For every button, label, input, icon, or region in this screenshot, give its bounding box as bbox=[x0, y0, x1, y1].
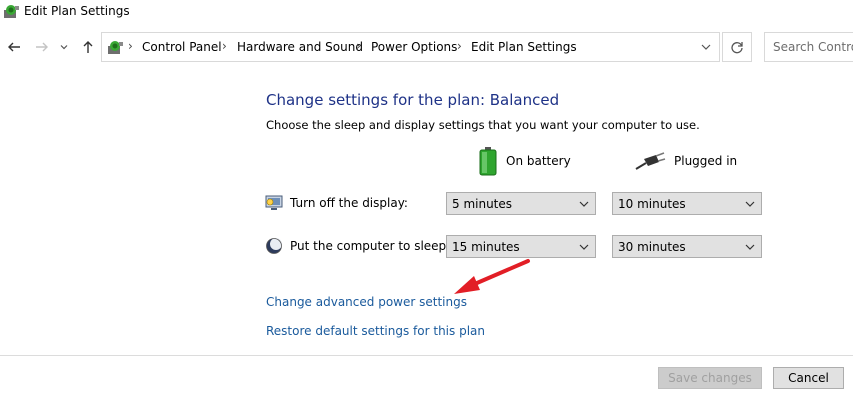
recent-locations-button[interactable] bbox=[57, 31, 71, 63]
navigation-bar: › Control Panel › Hardware and Sound › P… bbox=[0, 31, 853, 63]
breadcrumb-hardware-and-sound[interactable]: Hardware and Sound bbox=[237, 40, 363, 54]
chevron-down-icon bbox=[701, 44, 711, 50]
select-value: 10 minutes bbox=[618, 197, 686, 211]
chevron-right-icon[interactable]: › bbox=[128, 39, 133, 53]
cancel-button[interactable]: Cancel bbox=[773, 367, 844, 389]
chevron-down-icon bbox=[745, 244, 755, 250]
page-title: Change settings for the plan: Balanced bbox=[266, 91, 560, 109]
address-bar[interactable]: › Control Panel › Hardware and Sound › P… bbox=[101, 32, 720, 62]
title-bar: Edit Plan Settings bbox=[0, 0, 853, 26]
window-title: Edit Plan Settings bbox=[24, 4, 130, 18]
select-value: 30 minutes bbox=[618, 240, 686, 254]
forward-button[interactable] bbox=[31, 31, 53, 63]
chevron-right-icon[interactable]: › bbox=[222, 39, 227, 53]
refresh-button[interactable] bbox=[722, 32, 752, 62]
chevron-right-icon[interactable]: › bbox=[356, 39, 361, 53]
chevron-right-icon[interactable]: › bbox=[457, 39, 462, 53]
display-plugged-in-select[interactable]: 10 minutes bbox=[612, 192, 762, 215]
up-arrow-icon bbox=[83, 41, 93, 53]
search-input[interactable]: Search Control bbox=[764, 32, 853, 62]
refresh-icon bbox=[731, 42, 743, 54]
power-plug-icon bbox=[635, 152, 666, 170]
power-options-icon bbox=[4, 5, 19, 18]
display-icon bbox=[265, 195, 283, 210]
back-arrow-icon bbox=[8, 42, 20, 52]
up-button[interactable] bbox=[77, 31, 99, 63]
column-header-on-battery: On battery bbox=[478, 146, 571, 176]
chevron-down-icon bbox=[745, 201, 755, 207]
chevron-down-icon bbox=[579, 244, 589, 250]
control-panel-icon bbox=[108, 41, 123, 54]
sleep-plugged-in-select[interactable]: 30 minutes bbox=[612, 235, 762, 258]
sleep-on-battery-select[interactable]: 15 minutes bbox=[446, 235, 596, 258]
select-value: 5 minutes bbox=[452, 197, 513, 211]
save-changes-button[interactable]: Save changes bbox=[658, 367, 762, 389]
column-header-plugged-in: Plugged in bbox=[634, 146, 737, 176]
sleep-moon-icon bbox=[266, 238, 282, 254]
breadcrumb-control-panel[interactable]: Control Panel bbox=[142, 40, 222, 54]
page-description: Choose the sleep and display settings th… bbox=[266, 118, 700, 132]
forward-arrow-icon bbox=[36, 42, 48, 52]
put-computer-to-sleep-label: Put the computer to sleep: bbox=[290, 239, 451, 253]
address-dropdown-button[interactable] bbox=[693, 33, 719, 61]
breadcrumb-edit-plan-settings[interactable]: Edit Plan Settings bbox=[471, 40, 577, 54]
breadcrumb-power-options[interactable]: Power Options bbox=[371, 40, 457, 54]
annotation-arrow bbox=[454, 259, 530, 294]
plugged-in-label: Plugged in bbox=[674, 154, 738, 168]
display-on-battery-select[interactable]: 5 minutes bbox=[446, 192, 596, 215]
chevron-down-icon bbox=[579, 201, 589, 207]
chevron-down-icon bbox=[60, 45, 68, 50]
battery-icon bbox=[479, 147, 497, 176]
select-value: 15 minutes bbox=[452, 240, 520, 254]
back-button[interactable] bbox=[3, 31, 25, 63]
on-battery-label: On battery bbox=[506, 154, 571, 168]
turn-off-display-label: Turn off the display: bbox=[290, 196, 408, 210]
footer-divider bbox=[0, 355, 853, 356]
change-advanced-power-settings-link[interactable]: Change advanced power settings bbox=[266, 295, 467, 309]
restore-default-settings-link[interactable]: Restore default settings for this plan bbox=[266, 324, 485, 338]
